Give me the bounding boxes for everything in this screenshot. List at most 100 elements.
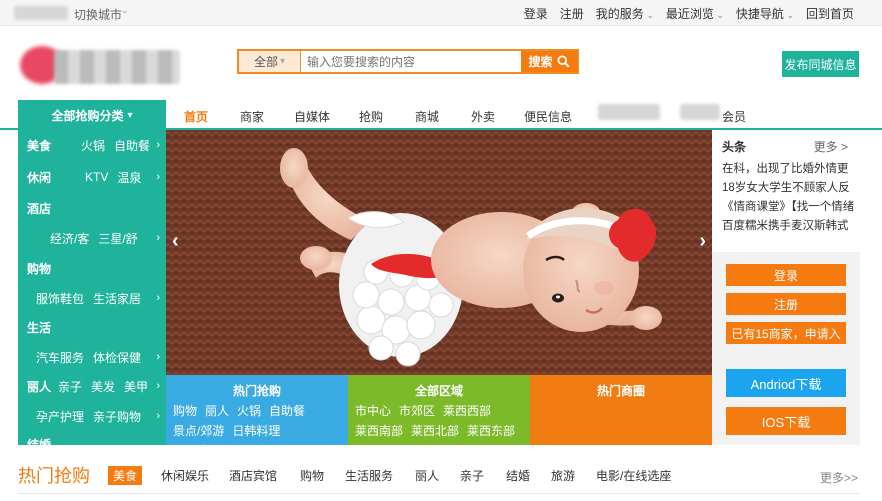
menu-sub-kids-shopping[interactable]: 亲子购物: [93, 408, 141, 425]
menu-head-life[interactable]: 生活: [27, 319, 63, 336]
nav-flash-sale[interactable]: 抢购: [359, 108, 383, 125]
menu-head-hotel[interactable]: 酒店: [27, 200, 63, 217]
publish-info-button[interactable]: 发布同城信息: [782, 51, 859, 77]
search-button[interactable]: 搜索: [521, 51, 577, 72]
main-nav: 全部抢购分类 首页 商家 自媒体 抢购 商城 外卖 便民信息 会员: [0, 100, 882, 130]
promo-hot-mall[interactable]: 热门商圈: [530, 375, 712, 445]
news-item[interactable]: 《情商课堂》【找一个情绪: [722, 198, 860, 217]
switch-city-link[interactable]: 切换城市: [74, 6, 122, 23]
menu-head-food[interactable]: 美食: [27, 137, 63, 154]
menu-sub-buffet[interactable]: 自助餐: [114, 137, 150, 154]
site-logo[interactable]: [14, 46, 180, 86]
promo-link[interactable]: 购物: [173, 402, 197, 419]
nav-home[interactable]: 首页: [184, 108, 208, 125]
promo-regions-title: 全部区域: [414, 384, 463, 398]
hot-tab-shopping[interactable]: 购物: [300, 467, 324, 484]
hot-tab-life-service[interactable]: 生活服务: [345, 467, 393, 484]
menu-head-leisure[interactable]: 休闲: [27, 169, 63, 186]
quick-nav-menu[interactable]: 快捷导航: [736, 5, 794, 22]
menu-sub-apparel[interactable]: 服饰鞋包: [36, 290, 84, 307]
region-link[interactable]: 莱西南部: [355, 422, 403, 439]
hot-tab-movie[interactable]: 电影/在线选座: [596, 467, 671, 484]
menu-row-wedding[interactable]: 结婚: [18, 433, 166, 446]
hot-tab-travel[interactable]: 旅游: [551, 467, 575, 484]
right-panel: 头条 更多 > 在科，出现了比婚外情更 18岁女大学生不顾家人反 《情商课堂》【…: [712, 130, 860, 445]
my-services-menu[interactable]: 我的服务: [596, 5, 654, 22]
ios-download-button[interactable]: IOS下载: [726, 407, 846, 435]
back-home-link[interactable]: 回到首页: [806, 5, 854, 22]
headline-news-list: 在科，出现了比婚外情更 18岁女大学生不顾家人反 《情商课堂》【找一个情绪 百度…: [712, 160, 860, 252]
banner-photo-baby: [166, 130, 712, 375]
menu-sub-home[interactable]: 生活家居: [93, 290, 141, 307]
menu-sub-hotspring[interactable]: 温泉: [117, 169, 141, 186]
region-link[interactable]: 莱西东部: [467, 422, 515, 439]
merchant-apply-button[interactable]: 已有15商家，申请入: [726, 322, 846, 344]
login-link[interactable]: 登录: [524, 5, 548, 22]
nav-mall[interactable]: 商城: [415, 108, 439, 125]
register-button[interactable]: 注册: [726, 293, 846, 315]
headline-more-link[interactable]: 更多 >: [814, 138, 848, 155]
chevron-right-icon: ›: [156, 410, 160, 422]
menu-row-beauty-subs: 孕产护理 亲子购物 ›: [18, 405, 166, 427]
register-link[interactable]: 注册: [560, 5, 584, 22]
menu-sub-parenting[interactable]: 亲子: [58, 378, 82, 395]
promo-regions[interactable]: 全部区域 市中心 市郊区 莱西西部 莱西南部 莱西北部 莱西东部: [348, 375, 530, 445]
hot-tab-beauty[interactable]: 丽人: [415, 467, 439, 484]
hot-tab-wedding[interactable]: 结婚: [506, 467, 530, 484]
promo-link[interactable]: 景点/郊游: [173, 422, 224, 439]
region-link[interactable]: 市中心: [355, 402, 391, 419]
region-link[interactable]: 莱西西部: [443, 402, 491, 419]
banner-next-arrow[interactable]: ›: [699, 230, 706, 253]
menu-sub-hair[interactable]: 美发: [91, 378, 115, 395]
menu-sub-ktv[interactable]: KTV: [85, 170, 108, 184]
menu-sub-nails[interactable]: 美甲: [124, 378, 148, 395]
hot-tab-parenting[interactable]: 亲子: [460, 467, 484, 484]
menu-head-shopping[interactable]: 购物: [27, 260, 63, 277]
menu-row-hotel[interactable]: 酒店: [18, 197, 166, 219]
nav-item-blurred[interactable]: [598, 104, 660, 120]
menu-sub-health-check[interactable]: 体检保健: [93, 349, 141, 366]
nav-takeout[interactable]: 外卖: [471, 108, 495, 125]
hero-banner[interactable]: ‹ ›: [166, 130, 712, 375]
menu-head-wedding[interactable]: 结婚: [27, 436, 63, 446]
promo-regions-row: 莱西南部 莱西北部 莱西东部: [355, 422, 530, 439]
banner-prev-arrow[interactable]: ‹: [172, 230, 179, 253]
promo-hot-mall-title: 热门商圈: [596, 384, 645, 398]
nav-member[interactable]: 会员: [722, 108, 746, 125]
promo-link[interactable]: 自助餐: [269, 402, 305, 419]
news-item[interactable]: 百度糯米携手麦汉斯韩式: [722, 217, 860, 236]
all-categories-dropdown[interactable]: 全部抢购分类: [18, 100, 166, 130]
promo-link[interactable]: 丽人: [205, 402, 229, 419]
hot-tab-leisure[interactable]: 休闲娱乐: [161, 467, 209, 484]
promo-link[interactable]: 火锅: [237, 402, 261, 419]
hot-tab-hotel[interactable]: 酒店宾馆: [229, 467, 277, 484]
nav-merchants[interactable]: 商家: [240, 108, 264, 125]
promo-link[interactable]: 日韩料理: [232, 422, 280, 439]
login-button[interactable]: 登录: [726, 264, 846, 286]
menu-sub-car-service[interactable]: 汽车服务: [36, 349, 84, 366]
menu-row-shopping[interactable]: 购物: [18, 257, 166, 279]
location-blurred: [14, 6, 68, 20]
menu-row-leisure[interactable]: 休闲 KTV 温泉 ›: [18, 166, 166, 188]
hot-more-link[interactable]: 更多>>: [820, 469, 858, 486]
menu-row-life[interactable]: 生活: [18, 316, 166, 338]
news-item[interactable]: 在科，出现了比婚外情更: [722, 160, 860, 179]
hot-tab-food[interactable]: 美食: [108, 466, 143, 485]
nav-we-media[interactable]: 自媒体: [294, 108, 330, 125]
menu-sub-maternity[interactable]: 孕产护理: [36, 408, 84, 425]
news-item[interactable]: 18岁女大学生不顾家人反: [722, 179, 860, 198]
region-link[interactable]: 市郊区: [399, 402, 435, 419]
promo-hot-buy[interactable]: 热门抢购 购物 丽人 火锅 自助餐 景点/郊游 日韩料理 密室逃脱 桌游/电玩/…: [166, 375, 348, 458]
menu-row-food[interactable]: 美食 火锅 自助餐 ›: [18, 134, 166, 156]
menu-row-beauty[interactable]: 丽人 亲子 美发 美甲 ›: [18, 375, 166, 397]
menu-sub-budget[interactable]: 经济/客: [50, 230, 89, 247]
android-download-button[interactable]: Andriod下载: [726, 369, 846, 397]
recent-browse-menu[interactable]: 最近浏览: [666, 5, 724, 22]
search-input[interactable]: [301, 51, 521, 72]
search-category-select[interactable]: 全部: [239, 51, 301, 72]
region-link[interactable]: 莱西北部: [411, 422, 459, 439]
top-bar: 切换城市 ⌄ 登录 注册 我的服务 最近浏览 快捷导航 回到首页: [0, 0, 882, 26]
menu-sub-three-star[interactable]: 三星/舒: [98, 230, 137, 247]
nav-convenience-info[interactable]: 便民信息: [524, 108, 572, 125]
menu-sub-hotpot[interactable]: 火锅: [81, 137, 105, 154]
